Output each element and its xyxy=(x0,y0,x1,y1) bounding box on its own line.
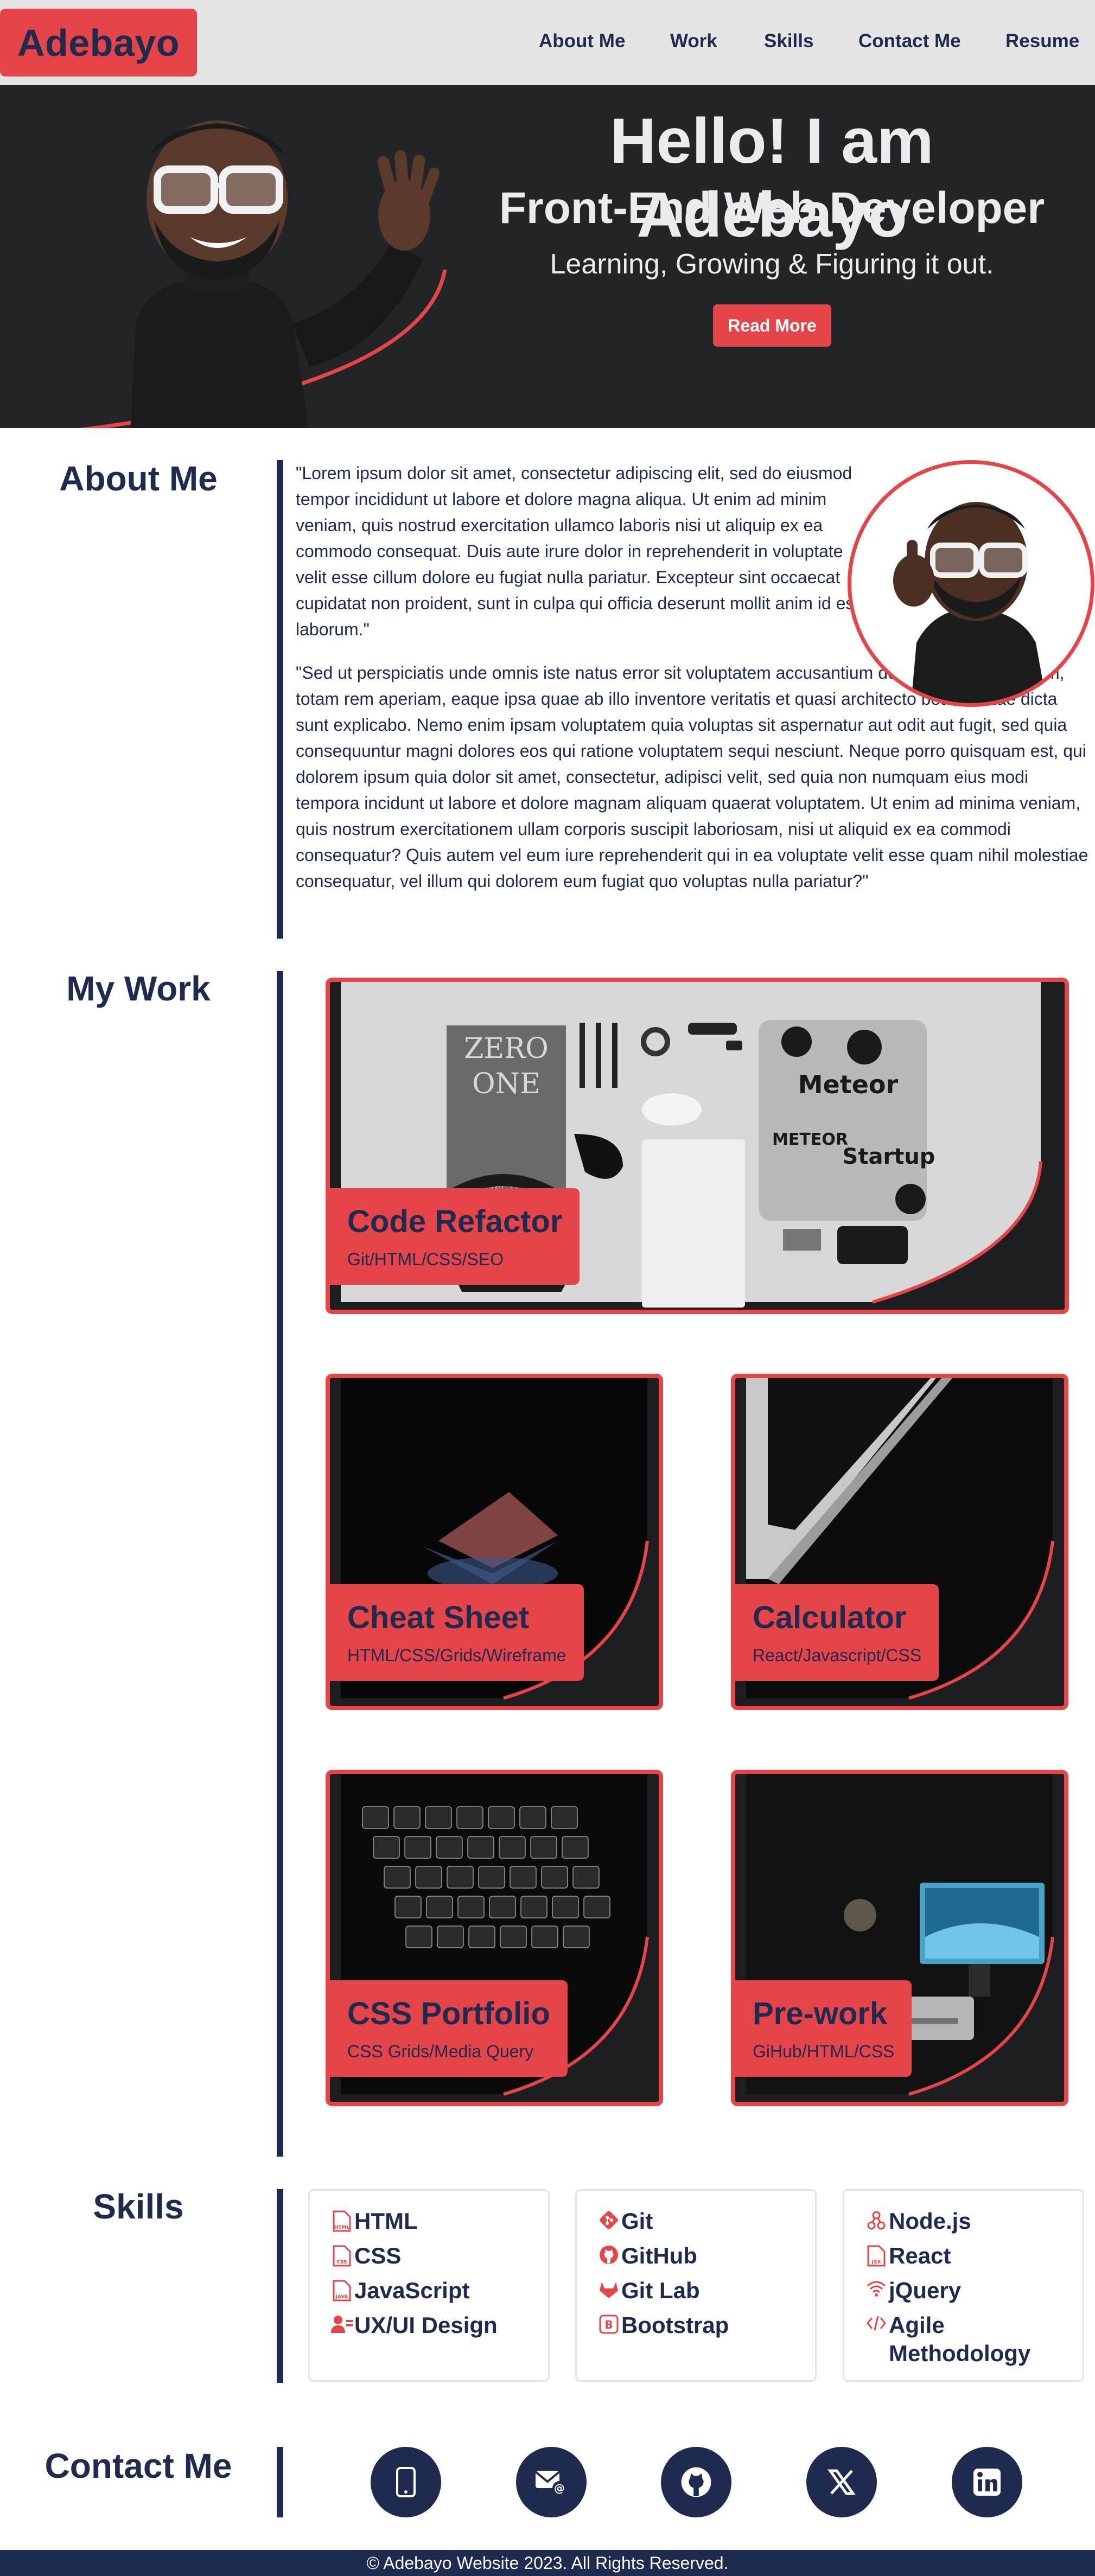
skills-card-frontend: HTML HTML CSS CSS JAVA JavaScript UX/UI … xyxy=(308,2189,550,2382)
skill-item: UX/UI Design xyxy=(329,2311,529,2339)
project-card-calculator[interactable]: Calculator React/Javascript/CSS xyxy=(731,1374,1068,1710)
jquery-wifi-icon xyxy=(864,2277,889,2297)
svg-text:JSX: JSX xyxy=(871,2260,881,2265)
skill-label: Agile Methodology xyxy=(889,2312,1031,2366)
html-file-icon: HTML xyxy=(329,2207,354,2232)
project-card-code-refactor[interactable]: ZERO ONE Peter Thiel Meteor METEOR Start… xyxy=(326,978,1069,1314)
code-icon xyxy=(864,2311,889,2332)
svg-text:B: B xyxy=(604,2318,613,2331)
hero-avatar-image xyxy=(79,120,447,428)
skill-item: HTML HTML xyxy=(329,2207,529,2235)
nav-link-resume[interactable]: Resume xyxy=(1005,30,1079,52)
skill-label: HTML xyxy=(354,2208,418,2234)
skill-item: JAVA JavaScript xyxy=(329,2277,529,2305)
hero-tagline: Learning, Growing & Figuring it out. xyxy=(550,248,994,280)
skill-item: Git Lab xyxy=(596,2277,795,2305)
project-title: Pre-work xyxy=(753,1996,888,2031)
js-file-icon: JAVA xyxy=(329,2277,354,2301)
sticker-meteor-small: METEOR xyxy=(772,1130,848,1149)
skill-item: GitHub xyxy=(596,2242,795,2270)
project-label: Pre-work GiHub/HTML/CSS xyxy=(735,1980,912,2077)
react-file-icon: JSX xyxy=(864,2242,889,2267)
github-icon xyxy=(596,2242,621,2265)
sticker-meteor: Meteor xyxy=(798,1070,899,1099)
hero-section: Hello! I am Adebayo Front-End Web Develo… xyxy=(0,85,1095,428)
work-heading: My Work xyxy=(66,969,211,1008)
skills-card-frameworks: Node.js JSX React jQuery Agile Methodolo… xyxy=(843,2189,1084,2382)
project-title: Cheat Sheet xyxy=(347,1600,530,1635)
skill-item: CSS CSS xyxy=(329,2242,529,2270)
skill-item: JSX React xyxy=(864,2242,1063,2270)
skill-label: Git Lab xyxy=(621,2278,700,2303)
gitlab-icon xyxy=(596,2277,621,2299)
nav-link-about[interactable]: About Me xyxy=(539,30,625,52)
phone-icon[interactable] xyxy=(371,2447,441,2517)
svg-text:JAVA: JAVA xyxy=(335,2294,348,2300)
skill-label: UX/UI Design xyxy=(354,2312,498,2338)
skill-label: GitHub xyxy=(621,2243,697,2268)
git-icon xyxy=(596,2207,621,2230)
project-card-cheat-sheet[interactable]: Cheat Sheet HTML/CSS/Grids/Wireframe xyxy=(326,1374,663,1710)
project-title: Code Refactor xyxy=(347,1204,563,1239)
github-icon[interactable] xyxy=(661,2447,731,2517)
nodejs-icon xyxy=(864,2207,889,2231)
bootstrap-icon: B xyxy=(596,2311,621,2334)
skill-label: jQuery xyxy=(889,2278,962,2303)
skills-card-tools: Git GitHub Git Lab B Bootstrap xyxy=(575,2189,817,2382)
skill-label: Node.js xyxy=(889,2208,971,2234)
svg-text:CSS: CSS xyxy=(336,2260,347,2265)
navbar: Adebayo About Me Work Skills Contact Me … xyxy=(0,0,1095,85)
about-heading: About Me xyxy=(59,459,218,498)
contact-divider xyxy=(277,2447,283,2517)
contact-heading: Contact Me xyxy=(44,2446,232,2485)
site-footer: © Adebayo Website 2023. All Rights Reser… xyxy=(0,2550,1095,2576)
footer-copyright: © Adebayo Website 2023. All Rights Reser… xyxy=(366,2553,729,2573)
about-divider xyxy=(277,460,283,939)
project-tags: GiHub/HTML/CSS xyxy=(753,2042,895,2061)
email-icon[interactable]: @ xyxy=(516,2447,587,2517)
project-tags: CSS Grids/Media Query xyxy=(347,2042,534,2061)
project-label: Calculator React/Javascript/CSS xyxy=(735,1584,939,1681)
project-title: CSS Portfolio xyxy=(347,1996,550,2031)
svg-text:HTML: HTML xyxy=(334,2225,350,2230)
skill-item: Agile Methodology xyxy=(864,2311,1063,2368)
book-title-zero: ZERO xyxy=(464,1032,549,1065)
skill-label: Git xyxy=(621,2208,653,2234)
skill-label: JavaScript xyxy=(354,2278,470,2303)
work-divider xyxy=(277,971,283,2157)
skill-item: B Bootstrap xyxy=(596,2311,795,2339)
nav-link-work[interactable]: Work xyxy=(670,30,717,52)
user-design-icon xyxy=(329,2311,354,2334)
project-label: Code Refactor Git/HTML/CSS/SEO xyxy=(330,1188,580,1285)
skill-label: Bootstrap xyxy=(621,2312,729,2338)
project-tags: HTML/CSS/Grids/Wireframe xyxy=(347,1646,566,1665)
about-avatar-image xyxy=(848,460,1094,707)
skill-item: jQuery xyxy=(864,2277,1063,2305)
nav-link-skills[interactable]: Skills xyxy=(764,30,813,52)
nav-link-contact[interactable]: Contact Me xyxy=(858,30,961,52)
book-title-one: ONE xyxy=(472,1068,540,1100)
css-file-icon: CSS xyxy=(329,2242,354,2267)
skill-item: Node.js xyxy=(864,2207,1063,2235)
project-label: Cheat Sheet HTML/CSS/Grids/Wireframe xyxy=(330,1584,584,1681)
svg-text:@: @ xyxy=(554,2482,565,2495)
project-tags: Git/HTML/CSS/SEO xyxy=(347,1249,504,1269)
about-paragraph-1: "Lorem ipsum dolor sit amet, consectetur… xyxy=(296,463,860,639)
skill-item: Git xyxy=(596,2207,795,2235)
linkedin-icon[interactable] xyxy=(952,2447,1022,2517)
skill-label: CSS xyxy=(354,2243,402,2268)
hero-subtitle: Front-End Web Developer xyxy=(499,183,1045,233)
project-tags: React/Javascript/CSS xyxy=(753,1646,922,1665)
sticker-startup: Startup xyxy=(843,1144,935,1169)
skill-label: React xyxy=(889,2243,951,2268)
project-card-css-portfolio[interactable]: CSS Portfolio CSS Grids/Media Query xyxy=(326,1770,663,2106)
project-title: Calculator xyxy=(753,1600,907,1635)
read-more-button[interactable]: Read More xyxy=(713,304,831,347)
site-logo[interactable]: Adebayo xyxy=(0,9,197,76)
x-twitter-icon[interactable] xyxy=(806,2447,877,2517)
skills-heading: Skills xyxy=(93,2187,184,2226)
project-label: CSS Portfolio CSS Grids/Media Query xyxy=(330,1980,568,2077)
skills-divider xyxy=(277,2189,283,2383)
project-card-pre-work[interactable]: Pre-work GiHub/HTML/CSS xyxy=(731,1770,1068,2106)
